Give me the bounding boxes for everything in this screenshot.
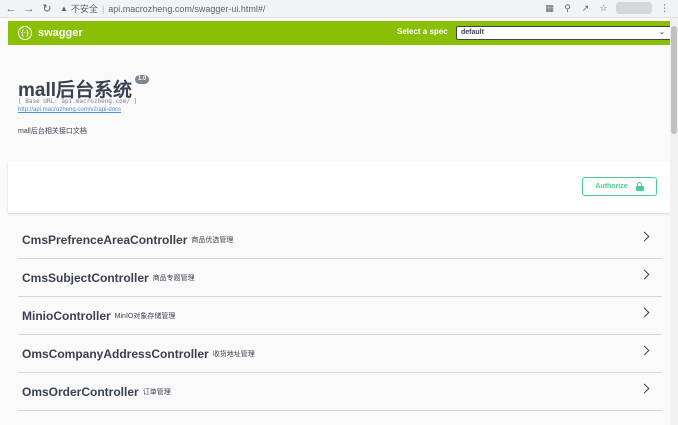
version-badge: 1.0 — [135, 75, 150, 84]
zoom-icon[interactable]: ⚲ — [562, 3, 573, 14]
controller-row[interactable]: CmsPrefrenceAreaController 商品优选管理 — [18, 221, 662, 259]
arrow-right-icon[interactable]: → — [22, 2, 36, 16]
arrow-left-icon[interactable]: ← — [4, 2, 18, 16]
api-info: mall后台系统 1.0 [ Base URL: api.macrozheng.… — [8, 45, 670, 161]
controller-name[interactable]: MinioController — [22, 309, 111, 323]
controller-name[interactable]: CmsPrefrenceAreaController — [22, 233, 187, 247]
browser-actions: ▦ ⚲ ↗ ☆ ⋮ — [544, 2, 670, 14]
controller-description: MinIO对象存储管理 — [114, 313, 176, 320]
spec-select-value: default — [461, 29, 484, 36]
controller-description: 商品专题管理 — [152, 275, 195, 282]
controller-row[interactable]: OmsOrderController 订单管理 — [18, 373, 662, 411]
controller-description: 订单管理 — [142, 389, 171, 396]
chevron-right-icon[interactable] — [639, 383, 650, 394]
swagger-topbar: {·} swagger Select a spec default ⌄ — [8, 21, 672, 45]
controller-list: CmsPrefrenceAreaController 商品优选管理 CmsSub… — [18, 221, 662, 411]
api-docs-link[interactable]: http://api.macrozheng.com/v2/api-docs — [18, 107, 121, 113]
chevron-right-icon[interactable] — [639, 269, 650, 280]
profile-avatar[interactable] — [616, 2, 652, 14]
schemes-bar: Authorize — [8, 161, 670, 213]
authorize-label: Authorize — [595, 183, 628, 190]
api-description: mall后台相关接口文档 — [18, 128, 87, 135]
scrollbar-thumb[interactable] — [671, 26, 677, 134]
swagger-logo-text: swagger — [38, 27, 83, 39]
controller-description: 商品优选管理 — [191, 237, 234, 244]
spec-select[interactable]: default ⌄ — [456, 26, 672, 40]
security-label: 不安全 — [70, 4, 98, 14]
page-scrollbar[interactable] — [670, 18, 678, 425]
chevron-down-icon: ⌄ — [659, 29, 665, 36]
controller-name[interactable]: OmsOrderController — [22, 385, 139, 399]
controller-row[interactable]: CmsSubjectController 商品专题管理 — [18, 259, 662, 297]
warning-icon[interactable]: ▲ — [60, 4, 68, 13]
lock-icon — [635, 182, 644, 191]
controller-row[interactable]: OmsCompanyAddressController 收货地址管理 — [18, 335, 662, 373]
controller-row[interactable]: MinioController MinIO对象存储管理 — [18, 297, 662, 335]
address-bar[interactable]: ▲ 不安全 | api.macrozheng.com/swagger-ui.ht… — [60, 2, 265, 16]
swagger-logo-icon: {·} — [18, 26, 32, 40]
chevron-right-icon[interactable] — [639, 231, 650, 242]
chevron-right-icon[interactable] — [639, 307, 650, 318]
authorize-button[interactable]: Authorize — [582, 177, 657, 196]
select-spec-label: Select a spec — [397, 27, 448, 36]
browser-toolbar: ← → ↻ ▲ 不安全 | api.macrozheng.com/swagger… — [0, 0, 678, 18]
address-separator: | — [101, 3, 105, 14]
base-url: [ Base URL: api.macrozheng.com/ ] — [18, 98, 138, 105]
swagger-logo[interactable]: {·} swagger — [18, 26, 83, 40]
controller-name[interactable]: OmsCompanyAddressController — [22, 347, 209, 361]
chevron-right-icon[interactable] — [639, 345, 650, 356]
address-url[interactable]: api.macrozheng.com/swagger-ui.html#/ — [108, 4, 265, 14]
share-icon[interactable]: ↗ — [580, 3, 591, 14]
controller-description: 收货地址管理 — [212, 351, 255, 358]
menu-icon[interactable]: ⋮ — [659, 3, 670, 14]
bookmark-star-icon[interactable]: ☆ — [598, 3, 609, 14]
translate-icon[interactable]: ▦ — [544, 3, 555, 14]
reload-icon[interactable]: ↻ — [40, 2, 54, 16]
controller-name[interactable]: CmsSubjectController — [22, 271, 149, 285]
